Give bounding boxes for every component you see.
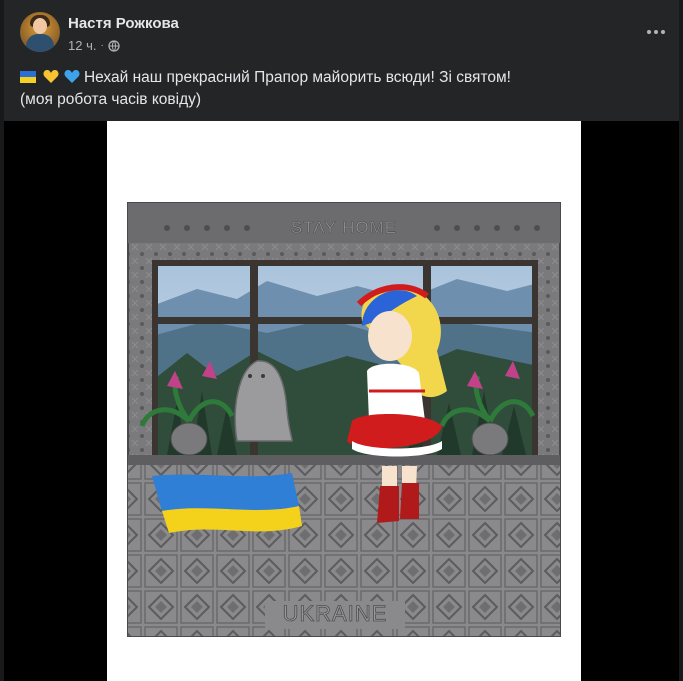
author-name[interactable]: Настя Рожкова: [68, 15, 179, 32]
post-text: Нехай наш прекрасний Прапор майорить всю…: [20, 67, 660, 111]
blue-heart-emoji: [64, 69, 80, 83]
ukraine-flag-drawing: [152, 473, 302, 533]
more-horizontal-icon: [647, 30, 665, 34]
post-meta: 12 ч. ·: [68, 38, 120, 53]
ukraine-flag-emoji: [20, 71, 36, 83]
artwork-bottom-inscription: UKRAINE: [283, 601, 388, 626]
artwork-top-inscription: STAY HOME: [291, 218, 397, 237]
yellow-heart-emoji: [43, 69, 59, 83]
post-text-line-1: Нехай наш прекрасний Прапор майорить всю…: [83, 69, 511, 86]
post-time[interactable]: 12 ч.: [68, 38, 96, 53]
more-options-button[interactable]: [640, 18, 672, 46]
post-text-line-2: (моя робота часів ковіду): [20, 91, 202, 108]
globe-icon[interactable]: [108, 39, 120, 52]
artwork-illustration: STAY HOME UKRAINE: [127, 202, 561, 637]
post-header: Настя Рожкова 12 ч. ·: [20, 12, 670, 56]
post-card: Настя Рожкова 12 ч. · Нехай наш прекрасн…: [4, 0, 679, 681]
avatar[interactable]: [20, 12, 60, 52]
post-media[interactable]: STAY HOME UKRAINE: [4, 121, 679, 681]
artwork-canvas: STAY HOME UKRAINE: [107, 121, 581, 681]
separator: ·: [100, 40, 104, 51]
